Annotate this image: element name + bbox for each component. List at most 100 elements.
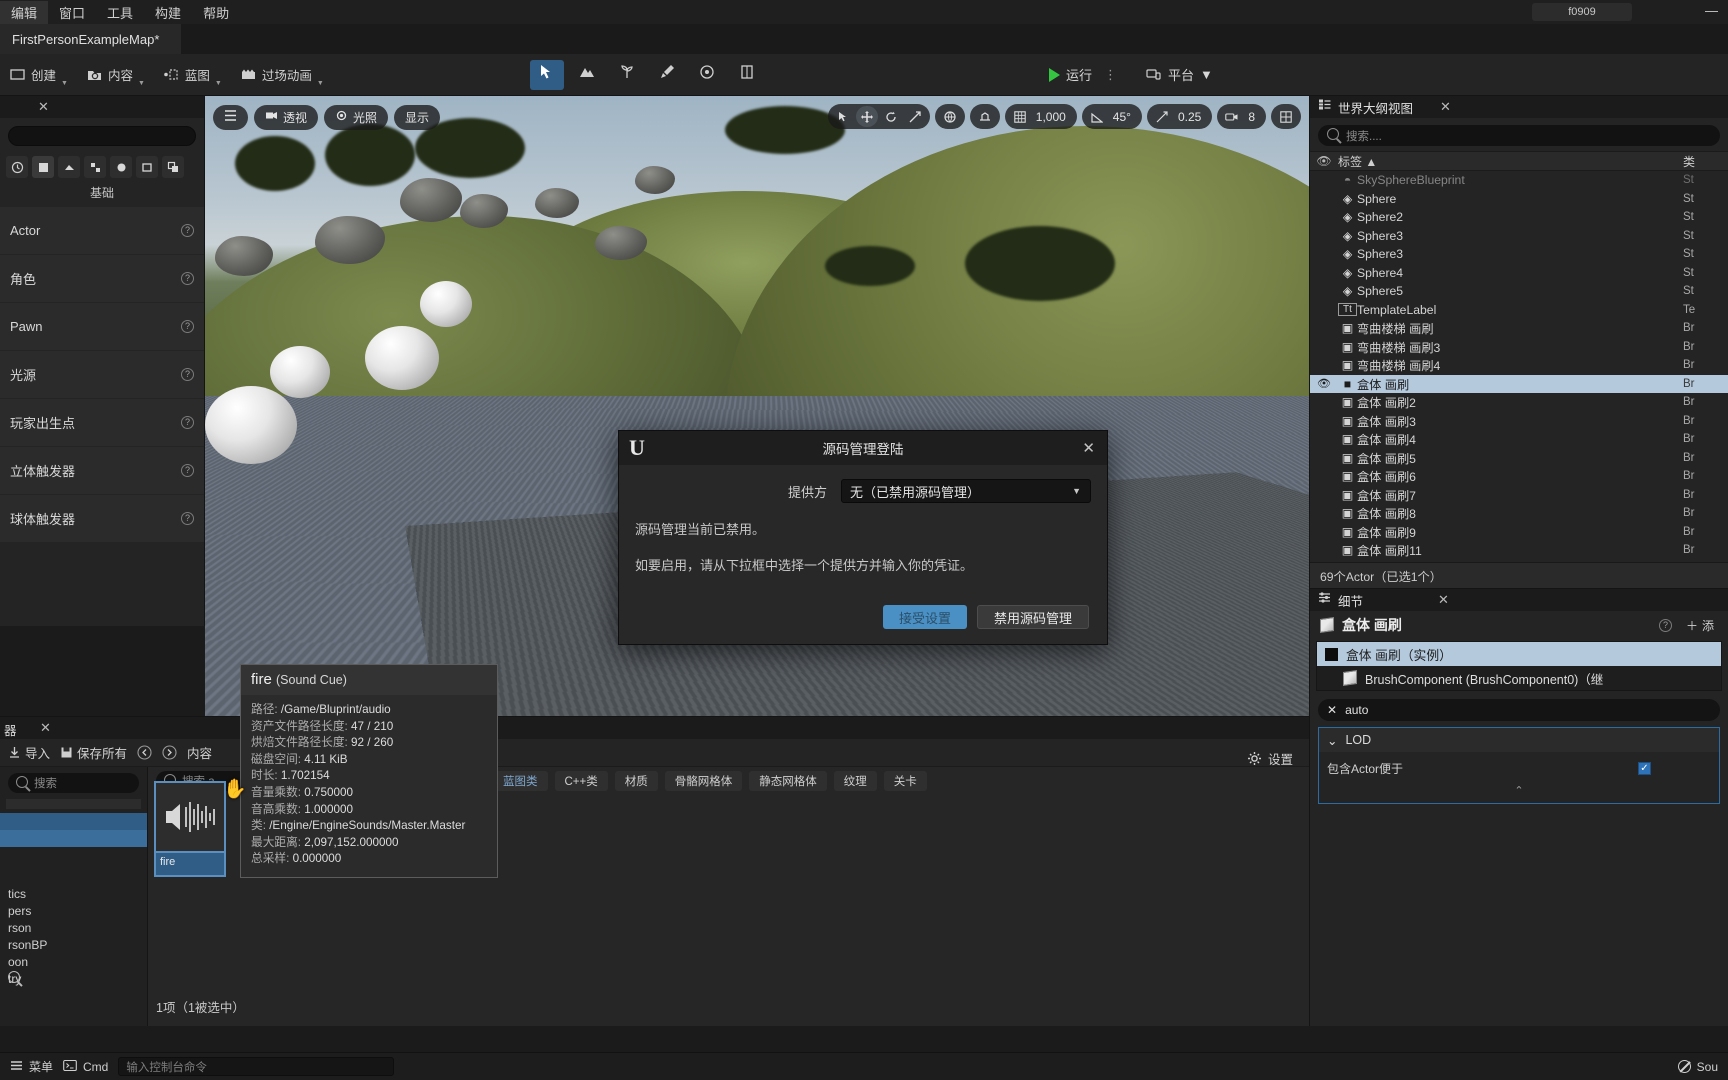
lod-section-header[interactable]: ⌄ LOD bbox=[1319, 728, 1719, 752]
filter-static-mesh[interactable]: 静态网格体 bbox=[749, 771, 827, 791]
menu-item-edit[interactable]: 编辑 bbox=[0, 1, 48, 24]
toolbar-cinematics[interactable]: 过场动画 ▼ bbox=[231, 58, 333, 92]
lod-property-checkbox[interactable]: ✓ bbox=[1638, 762, 1651, 775]
status-source-control[interactable]: Sou bbox=[1678, 1060, 1718, 1074]
filter-blueprint[interactable]: 蓝图类 bbox=[493, 771, 548, 791]
source-tree-row[interactable] bbox=[0, 830, 147, 847]
place-actor-item-boxtrigger[interactable]: 立体触发器 ? bbox=[0, 447, 204, 494]
toolbar-mode-foliage[interactable] bbox=[610, 60, 644, 90]
toolbar-mode-select[interactable] bbox=[530, 60, 564, 90]
help-icon[interactable]: ? bbox=[181, 272, 194, 285]
toolbar-mode-fracture[interactable] bbox=[730, 60, 764, 90]
source-tree-row[interactable]: tics bbox=[0, 887, 147, 904]
rotate-tool-icon[interactable] bbox=[880, 106, 902, 127]
play-options-icon[interactable]: ⋮ bbox=[1104, 67, 1117, 83]
close-icon[interactable]: ✕ bbox=[1082, 439, 1095, 457]
shapes-icon[interactable] bbox=[84, 156, 106, 178]
provider-select[interactable]: 无（已禁用源码管理） ▼ bbox=[841, 479, 1091, 503]
outliner-row[interactable]: ▣ 盒体 画刷11 Br bbox=[1310, 541, 1728, 560]
place-actor-item-spheretrigger[interactable]: 球体触发器 ? bbox=[0, 495, 204, 542]
help-icon[interactable]: ? bbox=[181, 416, 194, 429]
viewport-perspective-button[interactable]: 透视 bbox=[254, 105, 318, 130]
outliner-row[interactable]: ◈ Sphere3 St bbox=[1310, 227, 1728, 246]
viewport-show-button[interactable]: 显示 bbox=[394, 105, 440, 130]
outliner-row[interactable]: ▣盒体 画刷12Br bbox=[1310, 560, 1728, 561]
console-command-input[interactable]: 输入控制台命令 bbox=[118, 1057, 394, 1076]
scale-snap-icon[interactable] bbox=[1151, 106, 1173, 127]
save-all-button[interactable]: 保存所有 bbox=[60, 743, 127, 762]
source-tree-row[interactable]: rson bbox=[0, 921, 147, 938]
back-arrow-icon[interactable] bbox=[137, 745, 152, 760]
place-actor-item-pawn[interactable]: Pawn ? bbox=[0, 303, 204, 350]
filter-level[interactable]: 关卡 bbox=[884, 771, 927, 791]
platform-button[interactable]: 平台 ▼ bbox=[1135, 59, 1223, 91]
recent-icon[interactable] bbox=[6, 156, 28, 178]
outliner-row[interactable]: ▣ 盒体 画刷5 Br bbox=[1310, 449, 1728, 468]
asset-tile-fire[interactable]: fire bbox=[154, 781, 226, 877]
move-tool-icon[interactable] bbox=[856, 106, 878, 127]
outliner-row[interactable]: ▣ 弯曲楼梯 画刷3 Br bbox=[1310, 338, 1728, 357]
source-tree-row[interactable]: try bbox=[0, 972, 147, 989]
toolbar-content[interactable]: 内容 ▼ bbox=[77, 58, 154, 92]
source-tree-row[interactable]: oon bbox=[0, 955, 147, 972]
toolbar-mode-paint[interactable] bbox=[650, 60, 684, 90]
grid-snap-value[interactable]: 1,000 bbox=[1033, 110, 1073, 124]
select-tool-icon[interactable] bbox=[832, 106, 854, 127]
tab-firstpersonexamplemap[interactable]: FirstPersonExampleMap* bbox=[0, 24, 181, 54]
add-component-button[interactable]: ＋ 添 bbox=[1686, 617, 1714, 634]
outliner-row[interactable]: ◈ Sphere5 St bbox=[1310, 282, 1728, 301]
scale-snap-value[interactable]: 0.25 bbox=[1175, 110, 1208, 124]
outliner-row-selected[interactable]: 👁 ■ 盒体 画刷 Br bbox=[1310, 375, 1728, 394]
play-button[interactable]: 运行 ⋮ bbox=[1039, 59, 1127, 91]
filter-skeletal-mesh[interactable]: 骨骼网格体 bbox=[665, 771, 743, 791]
outliner-row[interactable]: ◈ Sphere2 St bbox=[1310, 208, 1728, 227]
close-icon[interactable]: ✕ bbox=[40, 720, 51, 736]
basic-icon[interactable] bbox=[32, 156, 54, 178]
place-actor-item-actor[interactable]: Actor ? bbox=[0, 207, 204, 254]
column-label[interactable]: 标签 ▲ bbox=[1338, 153, 1683, 170]
viewport-menu-button[interactable] bbox=[213, 105, 248, 130]
grid-snap-icon[interactable] bbox=[1009, 106, 1031, 127]
outliner-row[interactable]: ◈ Sphere4 St bbox=[1310, 264, 1728, 283]
outliner-row[interactable]: ▣ 盒体 画刷9 Br bbox=[1310, 523, 1728, 542]
place-actor-item-character[interactable]: 角色 ? bbox=[0, 255, 204, 302]
outliner-row[interactable]: ▣ 弯曲楼梯 画刷4 Br bbox=[1310, 356, 1728, 375]
outliner-row[interactable]: ▣ 盒体 画刷3 Br bbox=[1310, 412, 1728, 431]
outliner-search-input[interactable]: 搜索.... bbox=[1318, 125, 1720, 146]
scale-tool-icon[interactable] bbox=[904, 106, 926, 127]
outliner-row[interactable]: ▣ 盒体 画刷6 Br bbox=[1310, 467, 1728, 486]
outliner-row[interactable]: ◈ Sphere St bbox=[1310, 190, 1728, 209]
toolbar-blueprint[interactable]: 蓝图 ▼ bbox=[154, 58, 231, 92]
lights-icon[interactable] bbox=[58, 156, 80, 178]
angle-snap-value[interactable]: 45° bbox=[1110, 110, 1138, 124]
import-button[interactable]: 导入 bbox=[8, 743, 50, 762]
status-menu-button[interactable]: 菜单 bbox=[10, 1058, 53, 1075]
outliner-row[interactable]: ▣ 盒体 画刷2 Br bbox=[1310, 393, 1728, 412]
source-tree-row[interactable] bbox=[0, 813, 147, 830]
volumes-icon[interactable] bbox=[136, 156, 158, 178]
minimize-icon[interactable]: — bbox=[1705, 4, 1718, 18]
outliner-row[interactable]: ▣ 弯曲楼梯 画刷 Br bbox=[1310, 319, 1728, 338]
help-icon[interactable]: ? bbox=[181, 368, 194, 381]
outliner-row[interactable]: ▣ 盒体 画刷4 Br bbox=[1310, 430, 1728, 449]
menu-item-tools[interactable]: 工具 bbox=[96, 1, 144, 24]
place-actors-search[interactable] bbox=[8, 126, 196, 146]
world-space-icon[interactable] bbox=[939, 106, 961, 127]
content-browser-tab-label[interactable]: 器 bbox=[4, 720, 17, 739]
place-actor-item-playerstart[interactable]: 玩家出生点 ? bbox=[0, 399, 204, 446]
outliner-row[interactable]: ▣ 盒体 画刷7 Br bbox=[1310, 486, 1728, 505]
filter-texture[interactable]: 纹理 bbox=[834, 771, 877, 791]
column-type[interactable]: 类 bbox=[1683, 153, 1728, 170]
console-cmd-button[interactable]: Cmd bbox=[63, 1059, 108, 1075]
place-actor-item-light[interactable]: 光源 ? bbox=[0, 351, 204, 398]
filter-cpp[interactable]: C++类 bbox=[555, 771, 608, 791]
all-classes-icon[interactable] bbox=[162, 156, 184, 178]
layout-icon[interactable] bbox=[1275, 106, 1297, 127]
angle-snap-icon[interactable] bbox=[1086, 106, 1108, 127]
forward-arrow-icon[interactable] bbox=[162, 745, 177, 760]
source-tree-row[interactable]: rsonBP bbox=[0, 938, 147, 955]
toolbar-mode-mesh-paint[interactable] bbox=[690, 60, 724, 90]
toolbar-create[interactable]: 创建 ▼ bbox=[0, 58, 77, 92]
component-row-instance[interactable]: 盒体 画刷（实例） bbox=[1317, 642, 1721, 666]
details-search-input[interactable]: ✕ auto bbox=[1318, 699, 1720, 721]
